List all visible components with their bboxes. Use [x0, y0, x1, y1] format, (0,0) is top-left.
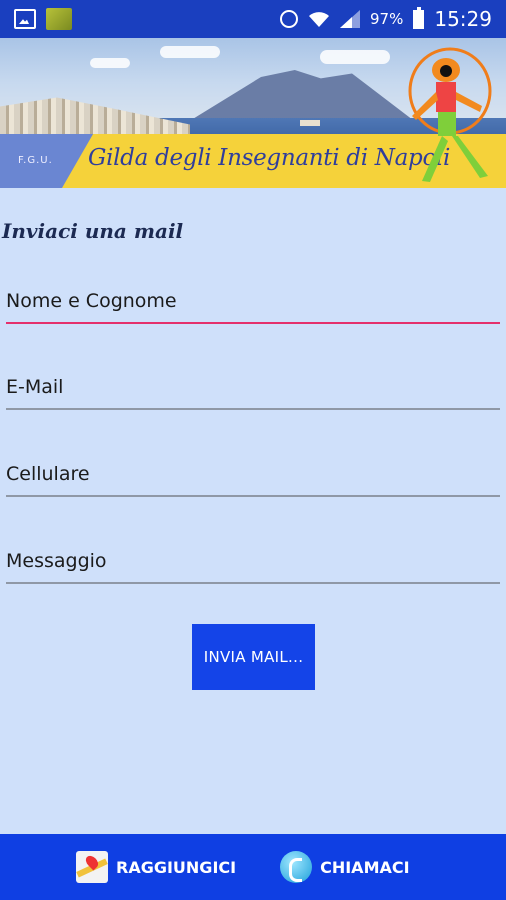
status-bar: 97% 15:29 [0, 0, 506, 38]
message-field[interactable]: Messaggio [6, 544, 500, 584]
name-field[interactable]: Nome e Cognome [6, 284, 500, 324]
org-short-label: F.G.U. [18, 155, 53, 166]
header-banner: F.G.U. Gilda degli Insegnanti di Napoli [0, 38, 506, 188]
reach-us-button[interactable]: RAGGIUNGICI [76, 851, 236, 883]
mobile-field[interactable]: Cellulare [6, 457, 500, 497]
app-notification-icon [46, 8, 72, 30]
clock: 15:29 [434, 7, 492, 31]
mobile-field-underline [6, 495, 500, 497]
email-field[interactable]: E-Mail [6, 370, 500, 410]
phone-icon [280, 851, 313, 883]
signal-icon [340, 10, 361, 28]
form-title: Inviaci una mail [2, 219, 184, 243]
alarm-icon [280, 10, 299, 28]
name-field-underline [6, 322, 500, 324]
send-mail-button[interactable]: INVIA MAIL... [192, 624, 315, 690]
battery-percent: 97% [370, 10, 404, 28]
reach-us-label: RAGGIUNGICI [116, 857, 237, 877]
gallery-notification-icon [14, 9, 36, 29]
org-name-label: Gilda degli Insegnanti di Napoli [88, 145, 451, 171]
email-field-underline [6, 408, 500, 410]
call-us-label: CHIAMACI [320, 857, 410, 877]
call-us-button[interactable]: CHIAMACI [280, 851, 410, 883]
bottom-action-bar: RAGGIUNGICI CHIAMACI [0, 834, 506, 900]
wifi-icon [309, 12, 330, 27]
map-icon [76, 851, 108, 883]
message-field-underline [6, 582, 500, 584]
pulcinella-mascot-logo [408, 47, 492, 182]
battery-icon [413, 6, 425, 29]
